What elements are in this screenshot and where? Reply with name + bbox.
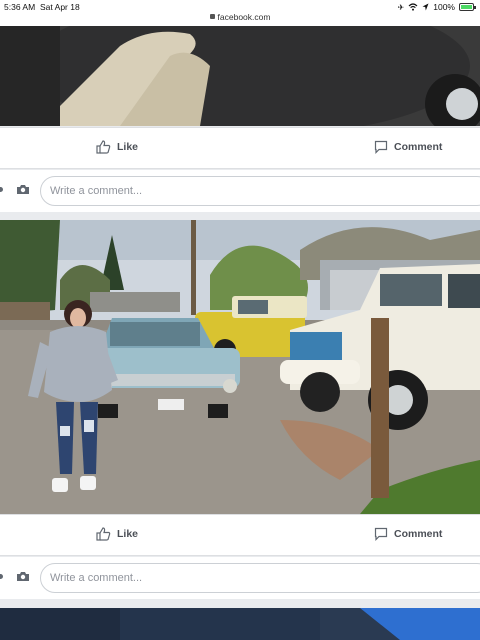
status-date: Sat Apr 18 [40,2,80,12]
avatar-edge [0,187,3,192]
status-bar: 5:36 AM Sat Apr 18 facebook.com ✈ 100% [0,0,480,26]
comment-label: Comment [394,528,443,540]
battery-level [461,5,472,9]
camera-icon[interactable] [16,571,30,582]
location-icon [422,3,429,11]
comment-label: Comment [394,141,443,153]
comment-input[interactable] [40,563,480,593]
post-actions-1: Like Comment [0,127,480,169]
battery-percent: 100% [433,2,455,12]
like-button[interactable]: Like [96,527,138,541]
status-time: 5:36 AM [4,2,36,12]
wifi-icon [408,3,418,11]
airplane-icon: ✈ [397,2,405,12]
comment-button[interactable]: Comment [374,527,442,541]
post-photo-top[interactable] [0,26,480,126]
post-photo-main[interactable] [0,220,480,514]
thumbs-up-icon [96,527,111,541]
battery-icon [459,3,476,11]
comment-icon [374,527,388,541]
post-actions-2: Like Comment [0,514,480,556]
post-photo-bottom[interactable] [0,608,480,640]
like-button[interactable]: Like [96,140,138,154]
like-label: Like [117,528,139,540]
lock-icon [209,14,215,19]
address-url: facebook.com [217,12,271,22]
status-icons: ✈ 100% [397,2,476,12]
like-label: Like [117,141,139,153]
comment-button[interactable]: Comment [374,140,442,154]
comment-composer-2 [0,557,480,599]
address-bar[interactable]: facebook.com [0,12,480,22]
avatar-edge [0,574,3,579]
comment-composer-1 [0,170,480,212]
comment-icon [374,140,388,154]
camera-icon[interactable] [16,184,30,195]
thumbs-up-icon [96,140,111,154]
comment-input[interactable] [40,176,480,206]
